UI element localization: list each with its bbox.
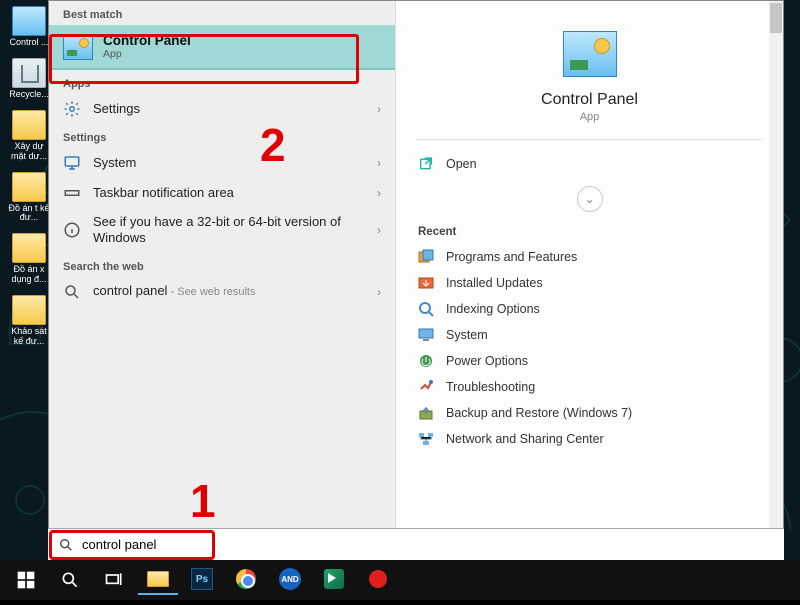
- search-icon: [58, 537, 74, 553]
- result-settings-app[interactable]: Settings ›: [49, 94, 395, 124]
- desktop-icon-folder[interactable]: Đồ án x dụng đ...: [6, 233, 52, 285]
- and-icon: AND: [279, 568, 301, 590]
- gear-icon: [63, 100, 81, 118]
- taskbar-app-explorer[interactable]: [138, 565, 178, 595]
- folder-icon: [147, 571, 169, 587]
- task-view-button[interactable]: [92, 560, 136, 600]
- section-best-match: Best match: [49, 1, 395, 25]
- chevron-right-icon: ›: [367, 156, 381, 170]
- result-32-64-bit[interactable]: See if you have a 32-bit or 64-bit versi…: [49, 208, 395, 253]
- network-icon: [418, 431, 434, 447]
- annotation-step-2: 2: [260, 118, 286, 172]
- taskbar-app-record[interactable]: [358, 565, 398, 595]
- troubleshoot-icon: [418, 379, 434, 395]
- section-apps: Apps: [49, 70, 395, 94]
- control-panel-icon: [563, 31, 617, 77]
- chrome-icon: [236, 569, 256, 589]
- recent-backup[interactable]: Backup and Restore (Windows 7): [396, 400, 783, 426]
- taskbar-icon: [63, 184, 81, 202]
- photoshop-icon: Ps: [191, 568, 213, 590]
- search-icon: [63, 283, 81, 301]
- chevron-right-icon: ›: [367, 285, 381, 299]
- open-icon: [418, 156, 434, 172]
- taskbar-search-button[interactable]: [48, 560, 92, 600]
- recent-installed-updates[interactable]: Installed Updates: [396, 270, 783, 296]
- chevron-right-icon: ›: [367, 223, 381, 237]
- taskbar-app-filmora[interactable]: [314, 565, 354, 595]
- recent-indexing[interactable]: Indexing Options: [396, 296, 783, 322]
- expand-actions[interactable]: ⌄: [396, 182, 783, 222]
- chevron-right-icon: ›: [367, 186, 381, 200]
- control-panel-icon: [63, 34, 93, 60]
- recent-troubleshooting[interactable]: Troubleshooting: [396, 374, 783, 400]
- preview-pane: Control Panel App: [396, 1, 783, 133]
- result-system[interactable]: System ›: [49, 148, 395, 178]
- recent-label: Recent: [396, 222, 783, 244]
- action-open[interactable]: Open: [396, 146, 783, 182]
- recent-power[interactable]: Power Options: [396, 348, 783, 374]
- taskbar-app-photoshop[interactable]: Ps: [182, 565, 222, 595]
- desktop-icon-folder[interactable]: Xây dự mặt dư...: [6, 110, 52, 162]
- record-icon: [369, 570, 387, 588]
- preview-title: Control Panel: [416, 91, 763, 109]
- power-icon: [418, 353, 434, 369]
- system-icon: [418, 327, 434, 343]
- desktop-icon-control-panel[interactable]: Control ...: [6, 6, 52, 48]
- chevron-right-icon: ›: [367, 102, 381, 116]
- best-match-title: Control Panel: [103, 33, 191, 48]
- recent-system[interactable]: System: [396, 322, 783, 348]
- scrollbar[interactable]: [769, 1, 783, 559]
- annotation-step-1: 1: [190, 474, 216, 528]
- section-settings: Settings: [49, 124, 395, 148]
- info-icon: [63, 221, 81, 239]
- search-input[interactable]: [82, 537, 774, 552]
- result-best-match[interactable]: Control Panel App: [49, 25, 395, 70]
- updates-icon: [418, 275, 434, 291]
- best-match-sub: App: [103, 48, 191, 60]
- indexing-icon: [418, 301, 434, 317]
- section-web: Search the web: [49, 253, 395, 277]
- start-search-panel: Best match Control Panel App Apps Settin…: [48, 0, 784, 560]
- preview-subtitle: App: [416, 111, 763, 123]
- filmora-icon: [324, 569, 344, 589]
- start-button[interactable]: [4, 560, 48, 600]
- result-taskbar-notification[interactable]: Taskbar notification area ›: [49, 178, 395, 208]
- desktop-icon-folder[interactable]: Khảo sát kế đư...: [6, 295, 52, 347]
- search-box[interactable]: [48, 528, 784, 560]
- programs-icon: [418, 249, 434, 265]
- taskbar-app-chrome[interactable]: [226, 565, 266, 595]
- chevron-down-icon: ⌄: [577, 186, 603, 212]
- desktop-icon-folder[interactable]: Đồ án t kế đư...: [6, 172, 52, 224]
- desktop-icon-recycle-bin[interactable]: Recycle...: [6, 58, 52, 100]
- taskbar: Ps AND: [0, 560, 800, 600]
- recent-programs-features[interactable]: Programs and Features: [396, 244, 783, 270]
- backup-icon: [418, 405, 434, 421]
- monitor-icon: [63, 154, 81, 172]
- taskbar-app-and[interactable]: AND: [270, 565, 310, 595]
- recent-network[interactable]: Network and Sharing Center: [396, 426, 783, 452]
- result-web-search[interactable]: control panel - See web results ›: [49, 277, 395, 307]
